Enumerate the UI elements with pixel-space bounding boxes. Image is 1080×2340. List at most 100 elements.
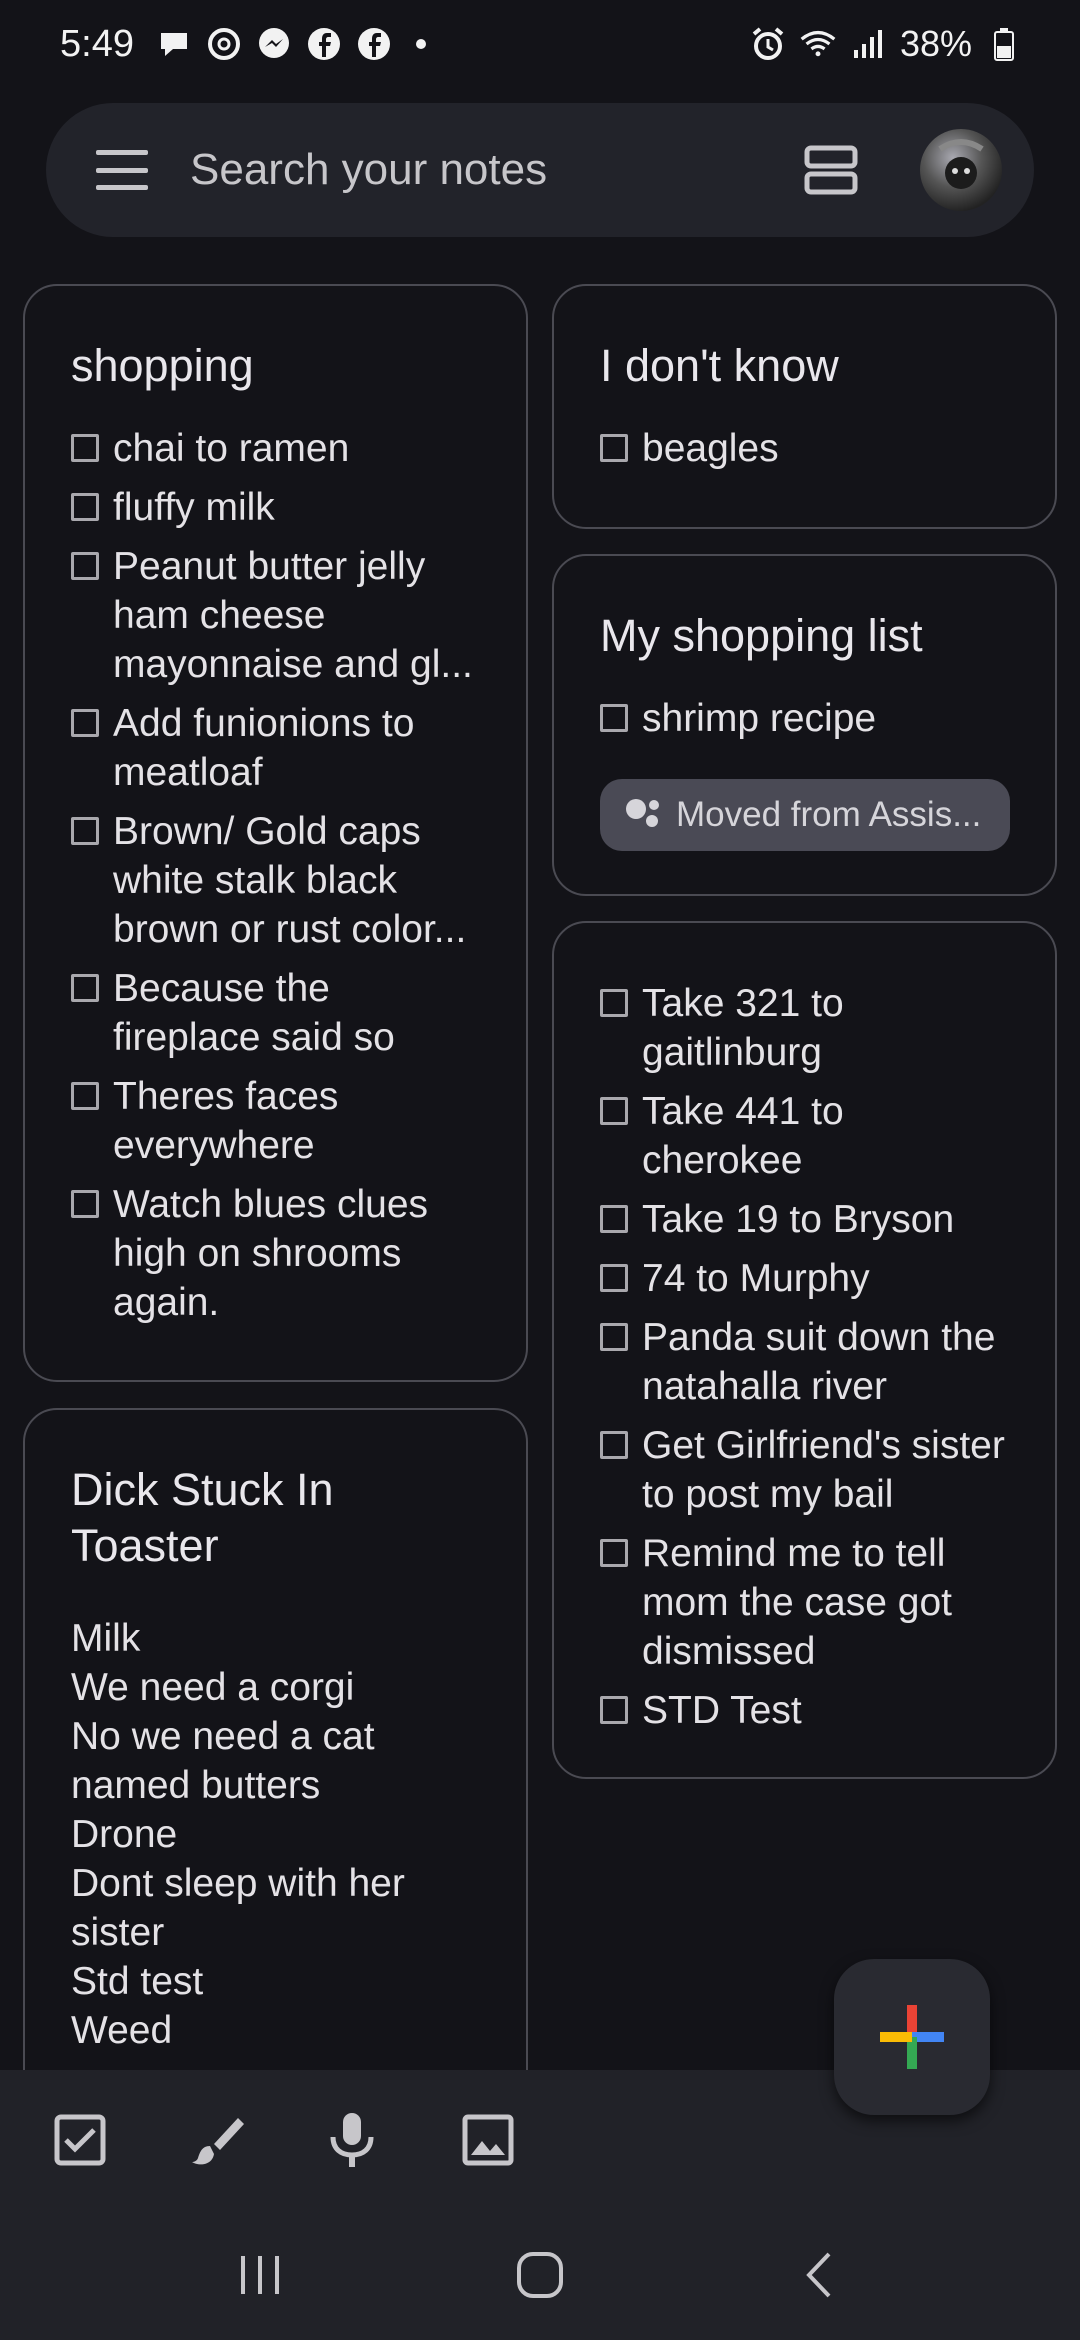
list-item-text: Because the fireplace said so <box>113 967 395 1059</box>
list-item-text: Take 441 to cherokee <box>642 1090 844 1182</box>
list-item-text: beagles <box>642 427 779 470</box>
checkbox-icon <box>71 1190 99 1218</box>
checkbox-icon <box>71 552 99 580</box>
list-item: STD Test <box>600 1686 1011 1735</box>
checkbox-icon <box>54 2114 106 2166</box>
list-item-text: Watch blues clues high on shrooms again. <box>113 1183 429 1324</box>
note-card-i-dont-know[interactable]: I don't know beagles <box>552 284 1057 529</box>
note-card-my-shopping-list[interactable]: My shopping list shrimp recipe Moved fro… <box>552 554 1057 896</box>
checkbox-icon <box>600 1323 628 1351</box>
facebook-icon <box>306 26 342 62</box>
list-item-text: Remind me to tell mom the case got dismi… <box>642 1532 952 1673</box>
checkbox-icon <box>600 434 628 462</box>
chat-bubble-icon <box>156 26 192 62</box>
note-card-trip[interactable]: Take 321 to gaitlinburg Take 441 to cher… <box>552 921 1057 1779</box>
threads-icon <box>206 26 242 62</box>
list-item: Take 441 to cherokee <box>600 1087 1011 1185</box>
list-item: beagles <box>600 424 1011 473</box>
list-item: 74 to Murphy <box>600 1254 1011 1303</box>
checkbox-icon <box>600 1431 628 1459</box>
status-left: 5:49 <box>60 23 426 66</box>
image-icon <box>462 2114 514 2166</box>
note-line: Weed <box>71 2009 173 2052</box>
new-list-button[interactable] <box>50 2110 110 2170</box>
new-drawing-button[interactable] <box>186 2110 246 2170</box>
wifi-icon <box>800 26 836 62</box>
note-card-shopping[interactable]: shopping chai to ramen fluffy milk Peanu… <box>23 284 528 1382</box>
back-icon <box>806 2252 831 2298</box>
list-item: Brown/ Gold caps white stalk black brown… <box>71 807 482 954</box>
list-item-text: Take 19 to Bryson <box>642 1198 955 1241</box>
brush-icon <box>192 2118 244 2165</box>
more-notifications-dot <box>415 39 426 49</box>
facebook-icon <box>356 26 392 62</box>
battery-icon <box>986 26 1022 62</box>
list-item: chai to ramen <box>71 424 482 473</box>
alarm-icon <box>750 26 786 62</box>
list-item: Peanut butter jelly ham cheese mayonnais… <box>71 542 482 689</box>
list-item: Because the fireplace said so <box>71 964 482 1062</box>
new-audio-note-button[interactable] <box>322 2110 382 2170</box>
note-title: My shopping list <box>600 610 923 661</box>
checkbox-icon <box>600 989 628 1017</box>
list-item-text: chai to ramen <box>113 427 350 470</box>
note-card-toaster[interactable]: Dick Stuck In Toaster Milk We need a cor… <box>23 1408 528 2108</box>
microphone-icon <box>330 2113 374 2167</box>
checkbox-icon <box>600 1539 628 1567</box>
checkbox-icon <box>71 974 99 1002</box>
note-title: Dick Stuck In Toaster <box>71 1464 334 1571</box>
list-item-text: Take 321 to gaitlinburg <box>642 982 844 1074</box>
checkbox-icon <box>71 493 99 521</box>
back-button[interactable] <box>780 2235 860 2315</box>
home-icon <box>517 2252 563 2298</box>
note-line: Milk <box>71 1617 141 1660</box>
recents-icon <box>241 2256 279 2294</box>
checkbox-icon <box>71 1082 99 1110</box>
list-item-text: Theres faces everywhere <box>113 1075 339 1167</box>
note-line: We need a corgi <box>71 1666 355 1709</box>
assistant-chip[interactable]: Moved from Assis... <box>600 779 1010 851</box>
list-item-text: Brown/ Gold caps white stalk black brown… <box>113 810 467 951</box>
list-item: Take 19 to Bryson <box>600 1195 1011 1244</box>
menu-icon[interactable] <box>96 150 148 190</box>
checkbox-icon <box>600 1696 628 1724</box>
list-item-text: 74 to Murphy <box>642 1257 870 1300</box>
list-item: shrimp recipe <box>600 694 1011 743</box>
messenger-icon <box>256 26 292 62</box>
list-item: Take 321 to gaitlinburg <box>600 979 1011 1077</box>
note-line: Std test <box>71 1960 204 2003</box>
new-note-button[interactable] <box>834 1959 990 2115</box>
list-view-icon[interactable] <box>804 143 858 197</box>
signal-icon <box>850 26 886 62</box>
list-item: Get Girlfriend's sister to post my bail <box>600 1421 1011 1519</box>
list-item-text: Peanut butter jelly ham cheese mayonnais… <box>113 545 473 686</box>
assistant-icon <box>624 795 664 836</box>
assistant-chip-label: Moved from Assis... <box>676 795 982 834</box>
list-item: Watch blues clues high on shrooms again. <box>71 1180 482 1327</box>
recent-apps-button[interactable] <box>220 2235 300 2315</box>
checkbox-icon <box>71 434 99 462</box>
checkbox-icon <box>600 1205 628 1233</box>
plus-icon <box>880 2005 944 2069</box>
checkbox-icon <box>600 1264 628 1292</box>
note-line: No we need a cat named butters <box>71 1715 375 1807</box>
new-image-note-button[interactable] <box>458 2110 518 2170</box>
checkbox-icon <box>600 704 628 732</box>
list-item: Add funionions to meatloaf <box>71 699 482 797</box>
list-item-text: fluffy milk <box>113 486 275 529</box>
list-item: Theres faces everywhere <box>71 1072 482 1170</box>
note-title: I don't know <box>600 340 839 391</box>
list-item: fluffy milk <box>71 483 482 532</box>
search-input[interactable] <box>190 145 804 195</box>
checkbox-icon <box>71 709 99 737</box>
home-button[interactable] <box>500 2235 580 2315</box>
system-nav-bar <box>0 2210 1080 2340</box>
list-item: Remind me to tell mom the case got dismi… <box>600 1529 1011 1676</box>
keep-app: 5:49 38% Search your notes shopping chai… <box>0 0 1080 2340</box>
list-item-text: Panda suit down the natahalla river <box>642 1316 996 1408</box>
status-time: 5:49 <box>60 22 134 65</box>
note-line: Dont sleep with her sister <box>71 1862 405 1954</box>
list-item-text: shrimp recipe <box>642 697 877 740</box>
avatar[interactable] <box>920 129 1002 211</box>
list-item-text: STD Test <box>642 1689 802 1732</box>
